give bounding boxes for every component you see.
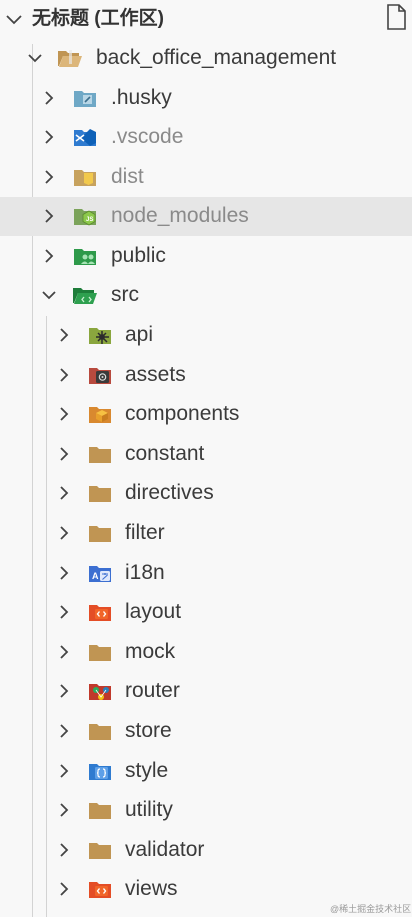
watermark: @稀土掘金技术社区	[330, 904, 412, 914]
chevron-right-icon	[60, 882, 69, 896]
vscode-folder-icon	[74, 129, 96, 146]
public-folder-icon	[74, 249, 96, 265]
explorer-panel: 无标题 (工作区) back_office_management .husky	[0, 0, 412, 917]
tree-item-label: node_modules	[111, 204, 249, 227]
chevron-right-icon	[45, 170, 54, 184]
chevron-right-icon	[60, 566, 69, 580]
tree-item-label: api	[125, 323, 154, 346]
i18n-folder-icon: A	[89, 566, 111, 582]
tree-item-back-office-management[interactable]: back_office_management	[0, 39, 412, 78]
tree-item-label: filter	[125, 521, 165, 544]
workspace-title: 无标题 (工作区)	[32, 8, 164, 29]
tree-item-label: validator	[125, 838, 205, 861]
folder-icon	[89, 724, 111, 740]
tree-item-node-modules[interactable]: JS node_modules	[0, 197, 412, 236]
tree-item-label: router	[125, 679, 180, 702]
tree-item-i18n[interactable]: A i18n	[0, 554, 412, 593]
src-folder-icon	[73, 288, 97, 304]
components-folder-icon	[89, 407, 111, 423]
tree-item-api[interactable]: api	[0, 316, 412, 355]
chevron-down-icon	[42, 291, 56, 300]
tree-item-layout[interactable]: layout	[0, 593, 412, 632]
layout-folder-icon	[89, 605, 111, 621]
chevron-right-icon	[60, 843, 69, 857]
tree-item-src[interactable]: src	[0, 276, 412, 315]
tree-item-validator[interactable]: validator	[0, 831, 412, 870]
svg-text:A: A	[92, 571, 99, 581]
chevron-down-icon	[28, 54, 42, 63]
chevron-right-icon	[60, 407, 69, 421]
tree-item-router[interactable]: router	[0, 672, 412, 711]
tree-item-label: src	[111, 283, 139, 306]
folder-icon	[89, 803, 111, 819]
api-folder-icon	[89, 328, 111, 344]
tree-item-label: mock	[125, 640, 176, 663]
svg-text:JS: JS	[86, 217, 93, 223]
tree-item-label: i18n	[125, 561, 165, 584]
tree-item-label: components	[125, 402, 240, 425]
new-file-icon[interactable]	[384, 3, 410, 31]
folder-icon	[89, 843, 111, 859]
chevron-right-icon	[60, 447, 69, 461]
chevron-right-icon	[60, 645, 69, 659]
tree-item-dist[interactable]: dist	[0, 158, 412, 197]
assets-folder-icon	[89, 368, 111, 384]
dist-folder-icon	[74, 170, 96, 186]
chevron-right-icon	[60, 764, 69, 778]
tree-item-label: constant	[125, 442, 205, 465]
tree-item-components[interactable]: components	[0, 395, 412, 434]
chevron-right-icon	[60, 486, 69, 500]
chevron-right-icon	[60, 684, 69, 698]
router-folder-icon	[89, 684, 111, 700]
tree-item-assets[interactable]: assets	[0, 356, 412, 395]
node-modules-folder-icon: JS	[74, 209, 96, 226]
chevron-right-icon	[60, 368, 69, 382]
folder-icon	[89, 526, 111, 542]
tree-item-label: public	[111, 244, 166, 267]
tree-item-label: store	[125, 719, 172, 742]
tree-item-label: views	[125, 877, 178, 900]
tree-item-label: style	[125, 759, 169, 782]
tree-item-label: directives	[125, 481, 214, 504]
views-folder-icon	[89, 882, 111, 898]
tree-item-label: dist	[111, 165, 144, 188]
tree-item-label: layout	[125, 600, 182, 623]
chevron-right-icon	[45, 209, 54, 223]
chevron-right-icon	[45, 249, 54, 263]
chevron-right-icon	[60, 803, 69, 817]
tree-item-utility[interactable]: utility	[0, 791, 412, 830]
folder-icon	[89, 645, 111, 661]
tree-item-constant[interactable]: constant	[0, 435, 412, 474]
tree-item-mock[interactable]: mock	[0, 633, 412, 672]
tree-item-public[interactable]: public	[0, 237, 412, 276]
tree-item-label: assets	[125, 363, 186, 386]
tree-item-filter[interactable]: filter	[0, 514, 412, 553]
tree-item-label: utility	[125, 798, 173, 821]
chevron-right-icon	[60, 328, 69, 342]
folder-icon	[89, 447, 111, 463]
chevron-right-icon	[60, 724, 69, 738]
tree-item-label: .husky	[111, 86, 172, 109]
tree-item-label: back_office_management	[96, 46, 337, 69]
chevron-down-icon[interactable]	[2, 7, 26, 31]
chevron-right-icon	[60, 526, 69, 540]
husky-folder-icon	[74, 91, 96, 107]
tree-item-vscode[interactable]: .vscode	[0, 118, 412, 157]
folder-icon	[89, 486, 111, 502]
chevron-right-icon	[60, 605, 69, 619]
tree-item-style[interactable]: style	[0, 752, 412, 791]
workspace-header[interactable]: 无标题 (工作区)	[0, 0, 412, 38]
tree-item-label: .vscode	[111, 125, 184, 148]
style-folder-icon	[89, 764, 111, 780]
folder-open-icon	[58, 50, 82, 67]
tree-item-directives[interactable]: directives	[0, 474, 412, 513]
tree-item-store[interactable]: store	[0, 712, 412, 751]
chevron-right-icon	[45, 91, 54, 105]
tree-item-husky[interactable]: .husky	[0, 79, 412, 118]
chevron-right-icon	[45, 130, 54, 144]
